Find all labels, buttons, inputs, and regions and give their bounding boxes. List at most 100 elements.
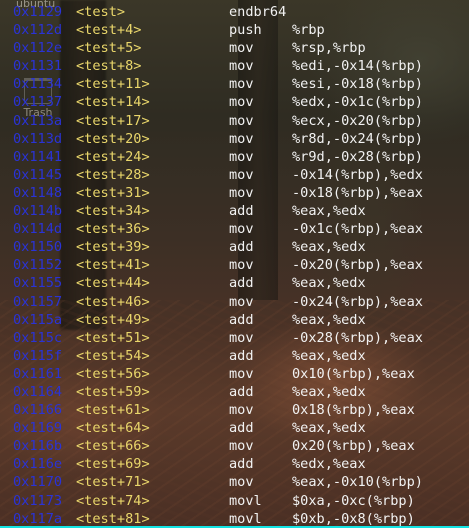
disassembly-row: 0x1145 <test+28> mov -0x14(%rbp),%edx (0, 166, 469, 184)
disassembly-row: 0x1152 <test+41> mov -0x20(%rbp),%eax (0, 256, 469, 274)
disassembly-row: 0x117a <test+81> movl $0xb,-0x8(%rbp) (0, 510, 469, 528)
instruction-address: 0x112e (13, 40, 63, 57)
instruction-address: 0x1134 (13, 76, 63, 93)
instruction-operands: %eax,%edx (292, 311, 366, 328)
instruction-mnemonic: mov (229, 293, 254, 310)
instruction-operands: 0x20(%rbp),%eax (292, 438, 415, 455)
instruction-mnemonic: mov (229, 365, 254, 382)
instruction-symbol-offset: <test> (76, 4, 126, 20)
instruction-address: 0x1170 (13, 474, 63, 491)
disassembly-row: 0x113a <test+17> mov %ecx,-0x20(%rbp) (0, 112, 469, 130)
instruction-symbol-offset: <test+41> (76, 257, 150, 274)
disassembly-row: 0x1137 <test+14> mov %edx,-0x1c(%rbp) (0, 93, 469, 111)
instruction-mnemonic: add (229, 239, 254, 256)
instruction-symbol-offset: <test+28> (76, 166, 150, 183)
instruction-address: 0x1166 (13, 402, 63, 419)
instruction-address: 0x115a (13, 311, 63, 328)
disassembly-row: 0x112e <test+5> mov %rsp,%rbp (0, 39, 469, 57)
disassembly-row: 0x1141 <test+24> mov %r9d,-0x28(%rbp) (0, 148, 469, 166)
instruction-symbol-offset: <test+59> (76, 383, 150, 400)
instruction-operands: %eax,%edx (292, 275, 366, 292)
instruction-mnemonic: add (229, 383, 254, 400)
instruction-address: 0x1145 (13, 166, 63, 183)
instruction-operands: -0x20(%rbp),%eax (292, 257, 423, 274)
terminal-disassembly-view[interactable]: 0x1129 <test> endbr64 0x112d <test+4> push %rb… (0, 0, 469, 528)
instruction-operands: %eax,%edx (292, 420, 366, 437)
instruction-mnemonic: mov (229, 148, 254, 165)
disassembly-row: 0x116b <test+66> mov 0x20(%rbp),%eax (0, 437, 469, 455)
instruction-symbol-offset: <test+11> (76, 76, 150, 93)
disassembly-row: 0x115f <test+54> add %eax,%edx (0, 347, 469, 365)
disassembly-row: 0x116e <test+69> add %edx,%eax (0, 455, 469, 473)
instruction-mnemonic: endbr64 (229, 4, 287, 20)
instruction-operands: %edx,-0x1c(%rbp) (292, 94, 423, 111)
disassembly-row: 0x1164 <test+59> add %eax,%edx (0, 383, 469, 401)
instruction-symbol-offset: <test+56> (76, 365, 150, 382)
instruction-mnemonic: mov (229, 184, 254, 201)
instruction-address: 0x1161 (13, 365, 63, 382)
instruction-mnemonic: mov (229, 130, 254, 147)
disassembly-row: 0x1161 <test+56> mov 0x10(%rbp),%eax (0, 365, 469, 383)
instruction-symbol-offset: <test+69> (76, 456, 150, 473)
disassembly-row: 0x1157 <test+46> mov -0x24(%rbp),%eax (0, 293, 469, 311)
instruction-mnemonic: mov (229, 40, 254, 57)
instruction-address: 0x1173 (13, 492, 63, 509)
instruction-symbol-offset: <test+24> (76, 148, 150, 165)
instruction-address: 0x116e (13, 456, 63, 473)
instruction-symbol-offset: <test+66> (76, 438, 150, 455)
instruction-operands: %r9d,-0x28(%rbp) (292, 148, 423, 165)
disassembly-row: 0x114d <test+36> mov -0x1c(%rbp),%eax (0, 220, 469, 238)
instruction-mnemonic: mov (229, 474, 254, 491)
disassembly-row: 0x1131 <test+8> mov %edi,-0x14(%rbp) (0, 57, 469, 75)
disassembly-row: 0x1169 <test+64> add %eax,%edx (0, 419, 469, 437)
instruction-address: 0x1155 (13, 275, 63, 292)
instruction-address: 0x114b (13, 203, 63, 220)
instruction-symbol-offset: <test+8> (76, 58, 142, 75)
instruction-mnemonic: add (229, 456, 254, 473)
instruction-operands: -0x28(%rbp),%eax (292, 329, 423, 346)
disassembly-row: 0x1148 <test+31> mov -0x18(%rbp),%eax (0, 184, 469, 202)
instruction-symbol-offset: <test+4> (76, 22, 142, 39)
instruction-mnemonic: mov (229, 257, 254, 274)
instruction-symbol-offset: <test+20> (76, 130, 150, 147)
instruction-address: 0x1157 (13, 293, 63, 310)
instruction-symbol-offset: <test+49> (76, 311, 150, 328)
instruction-address: 0x1152 (13, 257, 63, 274)
instruction-operands: %edi,-0x14(%rbp) (292, 58, 423, 75)
instruction-mnemonic: add (229, 420, 254, 437)
instruction-symbol-offset: <test+34> (76, 203, 150, 220)
instruction-operands: %r8d,-0x24(%rbp) (292, 130, 423, 147)
instruction-operands: %rbp (292, 22, 325, 39)
instruction-address: 0x1169 (13, 420, 63, 437)
instruction-address: 0x115c (13, 329, 63, 346)
instruction-address: 0x1148 (13, 184, 63, 201)
instruction-address: 0x1150 (13, 239, 63, 256)
disassembly-row: 0x1129 <test> endbr64 (0, 3, 469, 21)
instruction-address: 0x117a (13, 510, 63, 527)
instruction-operands: %edx,%eax (292, 456, 366, 473)
instruction-operands: %eax,%edx (292, 239, 366, 256)
disassembly-row: 0x114b <test+34> add %eax,%edx (0, 202, 469, 220)
instruction-operands: -0x1c(%rbp),%eax (292, 221, 423, 238)
instruction-mnemonic: mov (229, 402, 254, 419)
disassembly-row: 0x1170 <test+71> mov %eax,-0x10(%rbp) (0, 473, 469, 491)
instruction-mnemonic: mov (229, 76, 254, 93)
instruction-operands: %ecx,-0x20(%rbp) (292, 112, 423, 129)
instruction-operands: %rsp,%rbp (292, 40, 366, 57)
disassembly-row: 0x1173 <test+74> movl $0xa,-0xc(%rbp) (0, 492, 469, 510)
instruction-address: 0x1131 (13, 58, 63, 75)
instruction-symbol-offset: <test+39> (76, 239, 150, 256)
instruction-operands: %eax,%edx (292, 347, 366, 364)
instruction-symbol-offset: <test+31> (76, 184, 150, 201)
disassembly-row: 0x113d <test+20> mov %r8d,-0x24(%rbp) (0, 130, 469, 148)
instruction-address: 0x115f (13, 347, 63, 364)
instruction-mnemonic: add (229, 347, 254, 364)
disassembly-row: 0x115c <test+51> mov -0x28(%rbp),%eax (0, 329, 469, 347)
instruction-address: 0x114d (13, 221, 63, 238)
instruction-mnemonic: movl (229, 510, 262, 527)
instruction-symbol-offset: <test+36> (76, 221, 150, 238)
instruction-mnemonic: mov (229, 58, 254, 75)
instruction-operands: 0x18(%rbp),%eax (292, 402, 415, 419)
disassembly-row: 0x112d <test+4> push %rbp (0, 21, 469, 39)
instruction-address: 0x1141 (13, 148, 63, 165)
